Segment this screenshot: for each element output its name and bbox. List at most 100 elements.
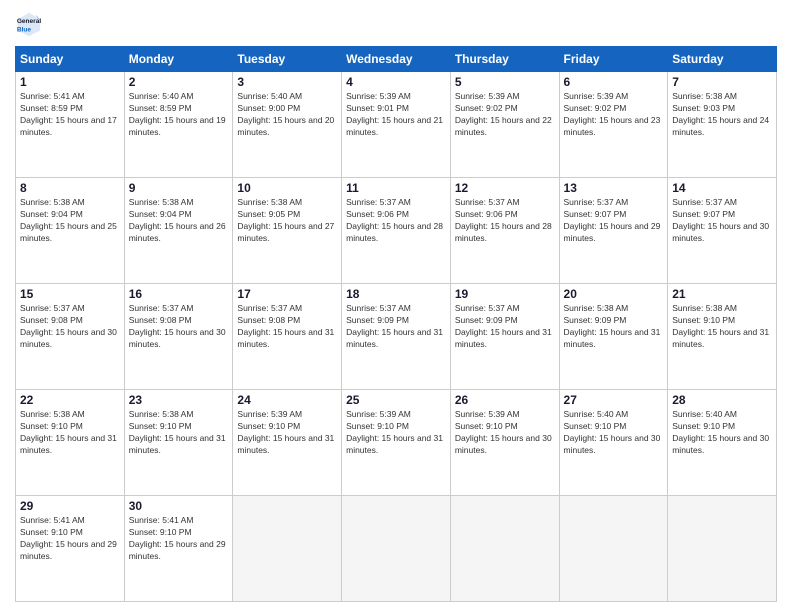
calendar-day-cell: 17 Sunrise: 5:37 AMSunset: 9:08 PMDayligh… <box>233 284 342 390</box>
day-number: 13 <box>564 181 664 195</box>
day-number: 23 <box>129 393 229 407</box>
day-number: 8 <box>20 181 120 195</box>
calendar-day-cell: 22Sunrise: 5:38 AMSunset: 9:10 PMDayligh… <box>16 390 125 496</box>
calendar-header-cell: Thursday <box>450 47 559 72</box>
day-number: 25 <box>346 393 446 407</box>
calendar-day-cell: 7Sunrise: 5:38 AMSunset: 9:03 PMDaylight… <box>668 72 777 178</box>
day-info: Sunrise: 5:41 AMSunset: 8:59 PMDaylight:… <box>20 91 120 139</box>
calendar-week-row: 8 Sunrise: 5:38 AMSunset: 9:04 PMDaylight… <box>16 178 777 284</box>
day-number: 12 <box>455 181 555 195</box>
header: General Blue <box>15 10 777 38</box>
day-info: Sunrise: 5:38 AMSunset: 9:10 PMDaylight:… <box>129 409 229 457</box>
day-info: Sunrise: 5:41 AMSunset: 9:10 PMDaylight:… <box>129 515 229 563</box>
calendar-day-cell: 20 Sunrise: 5:38 AMSunset: 9:09 PMDayligh… <box>559 284 668 390</box>
day-info: Sunrise: 5:40 AMSunset: 9:10 PMDaylight:… <box>672 409 772 457</box>
calendar-week-row: 1 Sunrise: 5:41 AMSunset: 8:59 PMDaylight… <box>16 72 777 178</box>
logo: General Blue <box>15 10 47 38</box>
day-number: 4 <box>346 75 446 89</box>
day-info: Sunrise: 5:39 AMSunset: 9:01 PMDaylight:… <box>346 91 446 139</box>
day-info: Sunrise: 5:39 AMSunset: 9:02 PMDaylight:… <box>455 91 555 139</box>
calendar-day-cell: 21 Sunrise: 5:38 AMSunset: 9:10 PMDayligh… <box>668 284 777 390</box>
calendar-header-cell: Tuesday <box>233 47 342 72</box>
calendar-day-cell: 27 Sunrise: 5:40 AMSunset: 9:10 PMDayligh… <box>559 390 668 496</box>
svg-text:Blue: Blue <box>17 26 31 33</box>
calendar-day-cell: 2 Sunrise: 5:40 AMSunset: 8:59 PMDaylight… <box>124 72 233 178</box>
calendar-day-cell: 3 Sunrise: 5:40 AMSunset: 9:00 PMDaylight… <box>233 72 342 178</box>
calendar-day-cell <box>559 496 668 602</box>
day-info: Sunrise: 5:39 AMSunset: 9:10 PMDaylight:… <box>455 409 555 457</box>
day-number: 20 <box>564 287 664 301</box>
day-info: Sunrise: 5:37 AMSunset: 9:07 PMDaylight:… <box>672 197 772 245</box>
calendar-day-cell: 8 Sunrise: 5:38 AMSunset: 9:04 PMDaylight… <box>16 178 125 284</box>
day-info: Sunrise: 5:37 AMSunset: 9:08 PMDaylight:… <box>129 303 229 351</box>
day-info: Sunrise: 5:37 AMSunset: 9:06 PMDaylight:… <box>346 197 446 245</box>
day-number: 29 <box>20 499 120 513</box>
calendar-day-cell: 4 Sunrise: 5:39 AMSunset: 9:01 PMDaylight… <box>342 72 451 178</box>
calendar-day-cell: 19Sunrise: 5:37 AMSunset: 9:09 PMDayligh… <box>450 284 559 390</box>
day-info: Sunrise: 5:38 AMSunset: 9:10 PMDaylight:… <box>672 303 772 351</box>
day-number: 10 <box>237 181 337 195</box>
day-info: Sunrise: 5:37 AMSunset: 9:08 PMDaylight:… <box>20 303 120 351</box>
calendar-header-cell: Sunday <box>16 47 125 72</box>
day-number: 21 <box>672 287 772 301</box>
svg-text:General: General <box>17 18 41 25</box>
day-info: Sunrise: 5:37 AMSunset: 9:08 PMDaylight:… <box>237 303 337 351</box>
day-info: Sunrise: 5:38 AMSunset: 9:09 PMDaylight:… <box>564 303 664 351</box>
day-info: Sunrise: 5:40 AMSunset: 9:00 PMDaylight:… <box>237 91 337 139</box>
day-number: 3 <box>237 75 337 89</box>
calendar-day-cell: 18Sunrise: 5:37 AMSunset: 9:09 PMDayligh… <box>342 284 451 390</box>
calendar-day-cell: 30Sunrise: 5:41 AMSunset: 9:10 PMDayligh… <box>124 496 233 602</box>
day-number: 27 <box>564 393 664 407</box>
day-info: Sunrise: 5:40 AMSunset: 8:59 PMDaylight:… <box>129 91 229 139</box>
calendar-day-cell <box>233 496 342 602</box>
day-number: 14 <box>672 181 772 195</box>
calendar-day-cell: 29Sunrise: 5:41 AMSunset: 9:10 PMDayligh… <box>16 496 125 602</box>
day-number: 1 <box>20 75 120 89</box>
day-number: 2 <box>129 75 229 89</box>
calendar-week-row: 22Sunrise: 5:38 AMSunset: 9:10 PMDayligh… <box>16 390 777 496</box>
calendar-day-cell: 15Sunrise: 5:37 AMSunset: 9:08 PMDayligh… <box>16 284 125 390</box>
calendar-day-cell: 14 Sunrise: 5:37 AMSunset: 9:07 PMDayligh… <box>668 178 777 284</box>
day-number: 28 <box>672 393 772 407</box>
calendar-day-cell: 9Sunrise: 5:38 AMSunset: 9:04 PMDaylight… <box>124 178 233 284</box>
day-number: 24 <box>237 393 337 407</box>
calendar-week-row: 29 Sunrise: 5:41 AMSunset: 9:10 PMDayligh… <box>16 496 777 602</box>
day-number: 5 <box>455 75 555 89</box>
calendar-header-row: SundayMondayTuesdayWednesdayThursdayFrid… <box>16 47 777 72</box>
calendar-week-row: 15Sunrise: 5:37 AMSunset: 9:08 PMDayligh… <box>16 284 777 390</box>
logo-icon: General Blue <box>15 10 43 38</box>
calendar-day-cell <box>342 496 451 602</box>
day-number: 16 <box>129 287 229 301</box>
calendar-day-cell: 5 Sunrise: 5:39 AMSunset: 9:02 PMDaylight… <box>450 72 559 178</box>
day-info: Sunrise: 5:38 AMSunset: 9:03 PMDaylight:… <box>672 91 772 139</box>
day-number: 26 <box>455 393 555 407</box>
calendar-day-cell: 13 Sunrise: 5:37 AMSunset: 9:07 PMDayligh… <box>559 178 668 284</box>
day-number: 9 <box>129 181 229 195</box>
day-number: 17 <box>237 287 337 301</box>
day-info: Sunrise: 5:39 AMSunset: 9:10 PMDaylight:… <box>346 409 446 457</box>
calendar-day-cell: 23 Sunrise: 5:38 AMSunset: 9:10 PMDayligh… <box>124 390 233 496</box>
day-info: Sunrise: 5:39 AMSunset: 9:10 PMDaylight:… <box>237 409 337 457</box>
page: General Blue SundayMondayTuesdayWednesda… <box>0 0 792 612</box>
day-number: 11 <box>346 181 446 195</box>
day-info: Sunrise: 5:37 AMSunset: 9:09 PMDaylight:… <box>455 303 555 351</box>
calendar-day-cell: 28 Sunrise: 5:40 AMSunset: 9:10 PMDayligh… <box>668 390 777 496</box>
calendar-day-cell: 11 Sunrise: 5:37 AMSunset: 9:06 PMDayligh… <box>342 178 451 284</box>
day-info: Sunrise: 5:37 AMSunset: 9:09 PMDaylight:… <box>346 303 446 351</box>
calendar-header-cell: Friday <box>559 47 668 72</box>
day-info: Sunrise: 5:38 AMSunset: 9:10 PMDaylight:… <box>20 409 120 457</box>
calendar-day-cell: 1 Sunrise: 5:41 AMSunset: 8:59 PMDaylight… <box>16 72 125 178</box>
day-info: Sunrise: 5:39 AMSunset: 9:02 PMDaylight:… <box>564 91 664 139</box>
day-info: Sunrise: 5:40 AMSunset: 9:10 PMDaylight:… <box>564 409 664 457</box>
calendar-day-cell <box>668 496 777 602</box>
calendar-day-cell: 16 Sunrise: 5:37 AMSunset: 9:08 PMDayligh… <box>124 284 233 390</box>
day-info: Sunrise: 5:37 AMSunset: 9:07 PMDaylight:… <box>564 197 664 245</box>
calendar-table: SundayMondayTuesdayWednesdayThursdayFrid… <box>15 46 777 602</box>
calendar-day-cell: 26 Sunrise: 5:39 AMSunset: 9:10 PMDayligh… <box>450 390 559 496</box>
calendar-day-cell: 12 Sunrise: 5:37 AMSunset: 9:06 PMDayligh… <box>450 178 559 284</box>
calendar-header-cell: Saturday <box>668 47 777 72</box>
day-info: Sunrise: 5:37 AMSunset: 9:06 PMDaylight:… <box>455 197 555 245</box>
day-info: Sunrise: 5:38 AMSunset: 9:04 PMDaylight:… <box>20 197 120 245</box>
calendar-header-cell: Wednesday <box>342 47 451 72</box>
calendar-body: 1 Sunrise: 5:41 AMSunset: 8:59 PMDaylight… <box>16 72 777 602</box>
